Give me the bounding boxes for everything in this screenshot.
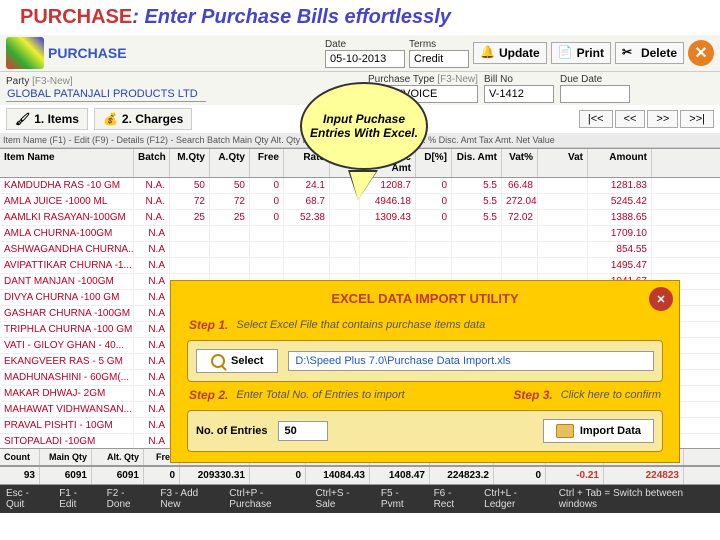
totals-row: 93609160910209330.31014084.431408.472248… [0,466,720,485]
close-button[interactable]: ✕ [688,40,714,66]
refresh-icon: 🔔 [480,45,496,61]
tab-items[interactable]: 🖌1. Items [6,108,88,130]
nav-first[interactable]: |<< [579,110,613,128]
duedate-field[interactable] [560,85,630,103]
print-icon: 📄 [558,45,574,61]
brush-icon: 🖌 [15,112,30,126]
folder-icon [556,424,574,438]
select-file-button[interactable]: Select [196,349,278,373]
update-button[interactable]: 🔔Update [473,42,547,64]
entries-input[interactable]: 50 [278,421,328,441]
nav-next[interactable]: >> [647,110,678,128]
table-row[interactable]: AAMLKI RASAYAN-100GMN.A.2525052.381309.4… [0,210,720,226]
status-bar: Esc - QuitF1 - EditF2 - DoneF3 - Add New… [0,485,720,513]
table-row[interactable]: AVIPATTIKAR CHURNA -1...N.A1495.47 [0,258,720,274]
print-button[interactable]: 📄Print [551,42,611,64]
import-data-button[interactable]: Import Data [543,419,654,443]
nav-prev[interactable]: << [615,110,646,128]
billno-field[interactable] [484,85,554,103]
date-field[interactable] [325,50,405,68]
books-icon [6,37,44,69]
table-row[interactable]: AMLA CHURNA-100GMN.A1709.10 [0,226,720,242]
terms-field[interactable] [409,50,469,68]
module-label: PURCHASE [48,45,127,61]
delete-icon: ✂ [622,45,638,61]
excel-import-panel: ✕ EXCEL DATA IMPORT UTILITY Step 1.Selec… [170,280,680,463]
nav-last[interactable]: >>| [680,110,714,128]
file-path: D:\Speed Plus 7.0\Purchase Data Import.x… [288,351,654,371]
party-field[interactable]: GLOBAL PATANJALI PRODUCTS LTD [6,87,206,102]
page-title: PURCHASE: Enter Purchase Bills effortles… [0,0,720,35]
magnifier-icon [211,354,225,368]
tab-charges[interactable]: 💰2. Charges [94,108,192,130]
money-icon: 💰 [103,112,118,126]
table-row[interactable]: ASHWAGANDHA CHURNA...N.A854.55 [0,242,720,258]
callout-bubble: Input Puchase Entries With Excel. [300,82,430,182]
delete-button[interactable]: ✂Delete [615,42,684,64]
excel-close-button[interactable]: ✕ [649,287,673,311]
excel-title: EXCEL DATA IMPORT UTILITY [179,289,671,314]
